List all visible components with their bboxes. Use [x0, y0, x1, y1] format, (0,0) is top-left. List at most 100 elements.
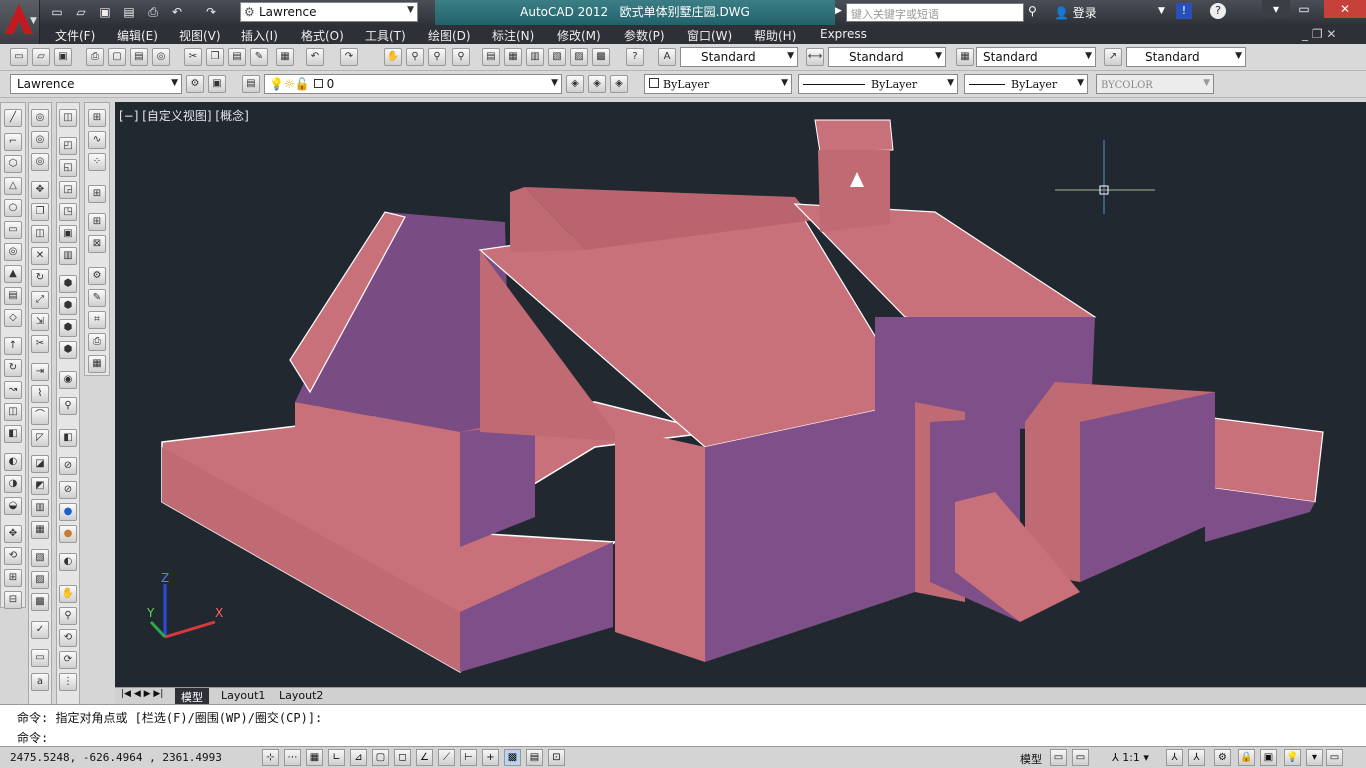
dynamic-ucs-icon[interactable]: ⟋	[438, 749, 455, 766]
ortho-mode-icon[interactable]: ∟	[328, 749, 345, 766]
annotation-scale[interactable]: ⅄ 1:1 ▾	[1112, 751, 1149, 764]
quick-view-layouts-icon[interactable]: ▭	[1050, 749, 1067, 766]
table-style-dropdown[interactable]: Standard ▼	[976, 47, 1096, 67]
tool-palettes-icon[interactable]: ▥	[526, 48, 544, 66]
move-face-icon[interactable]: ⬢	[59, 297, 77, 315]
lineweight-icon[interactable]: +	[482, 749, 499, 766]
thicken-icon[interactable]: ▥	[31, 499, 49, 517]
check-icon[interactable]: ✓	[31, 621, 49, 639]
polyline-icon[interactable]: ⌐	[4, 133, 22, 151]
auto-scale-icon[interactable]: ⅄	[1188, 749, 1205, 766]
viewport-delete-icon[interactable]: ⊠	[88, 235, 106, 253]
polar-tracking-icon[interactable]: ⊿	[350, 749, 367, 766]
fillet-icon[interactable]: ⌒	[31, 407, 49, 425]
plot-preview-icon[interactable]: ▢	[108, 48, 126, 66]
visual-style-icon[interactable]: ◧	[59, 429, 77, 447]
menu-tools[interactable]: 工具(T)	[365, 27, 406, 44]
region-icon[interactable]: ◫	[59, 109, 77, 127]
menu-modify[interactable]: 修改(M)	[557, 27, 601, 44]
solid-sphere-icon[interactable]: ◳	[59, 203, 77, 221]
presspull-icon[interactable]: ◧	[4, 425, 22, 443]
camera-icon[interactable]: ◉	[59, 371, 77, 389]
wedge-icon[interactable]: ◎	[31, 131, 49, 149]
workspace-switching-icon[interactable]: ⚙	[1214, 749, 1231, 766]
menu-express[interactable]: Express	[820, 27, 867, 41]
selection-cycling-icon[interactable]: ⊡	[548, 749, 565, 766]
color-dropdown[interactable]: ByLayer ▼	[644, 74, 792, 94]
linetype-dropdown[interactable]: ByLayer ▼	[798, 74, 958, 94]
layer-dropdown[interactable]: 💡☼🔓 0 ▼	[264, 74, 562, 94]
slice-icon[interactable]: ◪	[31, 455, 49, 473]
orbit-icon[interactable]: ⟲	[59, 629, 77, 647]
match-properties-icon[interactable]: ✎	[250, 48, 268, 66]
workspace-dropdown[interactable]: ⚙ Lawrence ▼	[240, 2, 418, 22]
new-icon[interactable]: ▭	[10, 48, 28, 66]
layer-previous-icon[interactable]: ◈	[588, 75, 606, 93]
lineweight-dropdown[interactable]: ByLayer ▼	[964, 74, 1088, 94]
sweep-icon[interactable]: ↝	[4, 381, 22, 399]
hidden-icon[interactable]: ⊘	[59, 481, 77, 499]
isolate-objects-icon[interactable]: 💡	[1284, 749, 1301, 766]
plot-icon[interactable]: ⎙	[86, 48, 104, 66]
binoculars-icon[interactable]: ⚲	[1028, 4, 1037, 18]
imprint-icon[interactable]: ▦	[31, 521, 49, 539]
object-snap-icon[interactable]: ▢	[372, 749, 389, 766]
chamfer-icon[interactable]: ◸	[31, 429, 49, 447]
markup-icon[interactable]: ▨	[570, 48, 588, 66]
menu-dimension[interactable]: 标注(N)	[492, 27, 534, 44]
triangle-icon[interactable]: △	[4, 177, 22, 195]
layer-properties-icon[interactable]: ▤	[242, 75, 260, 93]
sheet-set-icon[interactable]: ▧	[548, 48, 566, 66]
object-snap-tracking-icon[interactable]: ∠	[416, 749, 433, 766]
model-viewport[interactable]: [−] [自定义视图] [概念] Z X Y	[115, 102, 1366, 687]
abc-icon[interactable]: a	[31, 673, 49, 691]
menu-draw[interactable]: 绘图(D)	[428, 27, 471, 44]
menu-parametric[interactable]: 参数(P)	[624, 27, 665, 44]
camera-orbit-icon[interactable]: ⟳	[59, 651, 77, 669]
delete-face-icon[interactable]: ⬢	[59, 341, 77, 359]
multileader-style-icon[interactable]: ↗	[1104, 48, 1122, 66]
expand-icon[interactable]: ▶	[835, 6, 842, 16]
3d-rotate-icon[interactable]: ⟲	[4, 547, 22, 565]
login-link[interactable]: 👤 登录	[1054, 4, 1097, 21]
workspace-settings-icon[interactable]: ⚙	[186, 75, 204, 93]
lock-icon[interactable]: 🔒	[1238, 749, 1255, 766]
coordinates-readout[interactable]: 2475.5248, -626.4964 , 2361.4993	[10, 751, 222, 764]
text-style-dropdown[interactable]: Standard ▼	[680, 47, 798, 67]
rectangle-icon[interactable]: ▭	[4, 221, 22, 239]
command-prompt[interactable]: 命令:	[17, 729, 48, 746]
circle-icon[interactable]: ○	[4, 199, 22, 217]
stretch-icon[interactable]: ⇲	[31, 313, 49, 331]
dynamic-input-icon[interactable]: ⊢	[460, 749, 477, 766]
annotation-visibility-icon[interactable]: ⅄	[1166, 749, 1183, 766]
text-style-icon[interactable]: A	[658, 48, 676, 66]
open-icon[interactable]: ▱	[32, 48, 50, 66]
gear-icon[interactable]: ⚙	[88, 267, 106, 285]
3d-object-snap-icon[interactable]: ◻	[394, 749, 411, 766]
open-file-icon[interactable]: ▱	[72, 3, 90, 21]
ring-icon[interactable]: ◎	[4, 243, 22, 261]
undo-icon[interactable]: ↶	[168, 3, 186, 21]
menu-help[interactable]: 帮助(H)	[754, 27, 796, 44]
select-icon[interactable]: ⌗	[88, 311, 106, 329]
curve-icon[interactable]: ∿	[88, 131, 106, 149]
extrude-face-icon[interactable]: ⬢	[59, 275, 77, 293]
save-as-icon[interactable]: ▤	[120, 3, 138, 21]
clean-screen-icon[interactable]: ▣	[208, 75, 226, 93]
plot-icon[interactable]: ⎙	[144, 3, 162, 21]
solid-wedge-icon[interactable]: ◱	[59, 159, 77, 177]
snap-mode-icon[interactable]: ⋯	[284, 749, 301, 766]
help-icon[interactable]: ?	[626, 48, 644, 66]
save-icon[interactable]: ▣	[96, 3, 114, 21]
command-line[interactable]: 命令: 指定对角点或 [栏选(F)/圈围(WP)/圈交(CP)]: 命令:	[0, 704, 1366, 746]
print-icon[interactable]: ⎙	[88, 333, 106, 351]
layout-icon[interactable]: ▭	[31, 649, 49, 667]
table-style-icon[interactable]: ▦	[956, 48, 974, 66]
clean-screen-icon[interactable]: ▭	[1326, 749, 1343, 766]
cylinder-icon[interactable]: ◎	[31, 153, 49, 171]
transparency-icon[interactable]: ▩	[504, 749, 521, 766]
subtract-icon[interactable]: ◑	[4, 475, 22, 493]
grid-display-icon[interactable]: ▦	[306, 749, 323, 766]
zoom-realtime-icon[interactable]: ⚲	[406, 48, 424, 66]
cone-icon[interactable]: ▲	[4, 265, 22, 283]
